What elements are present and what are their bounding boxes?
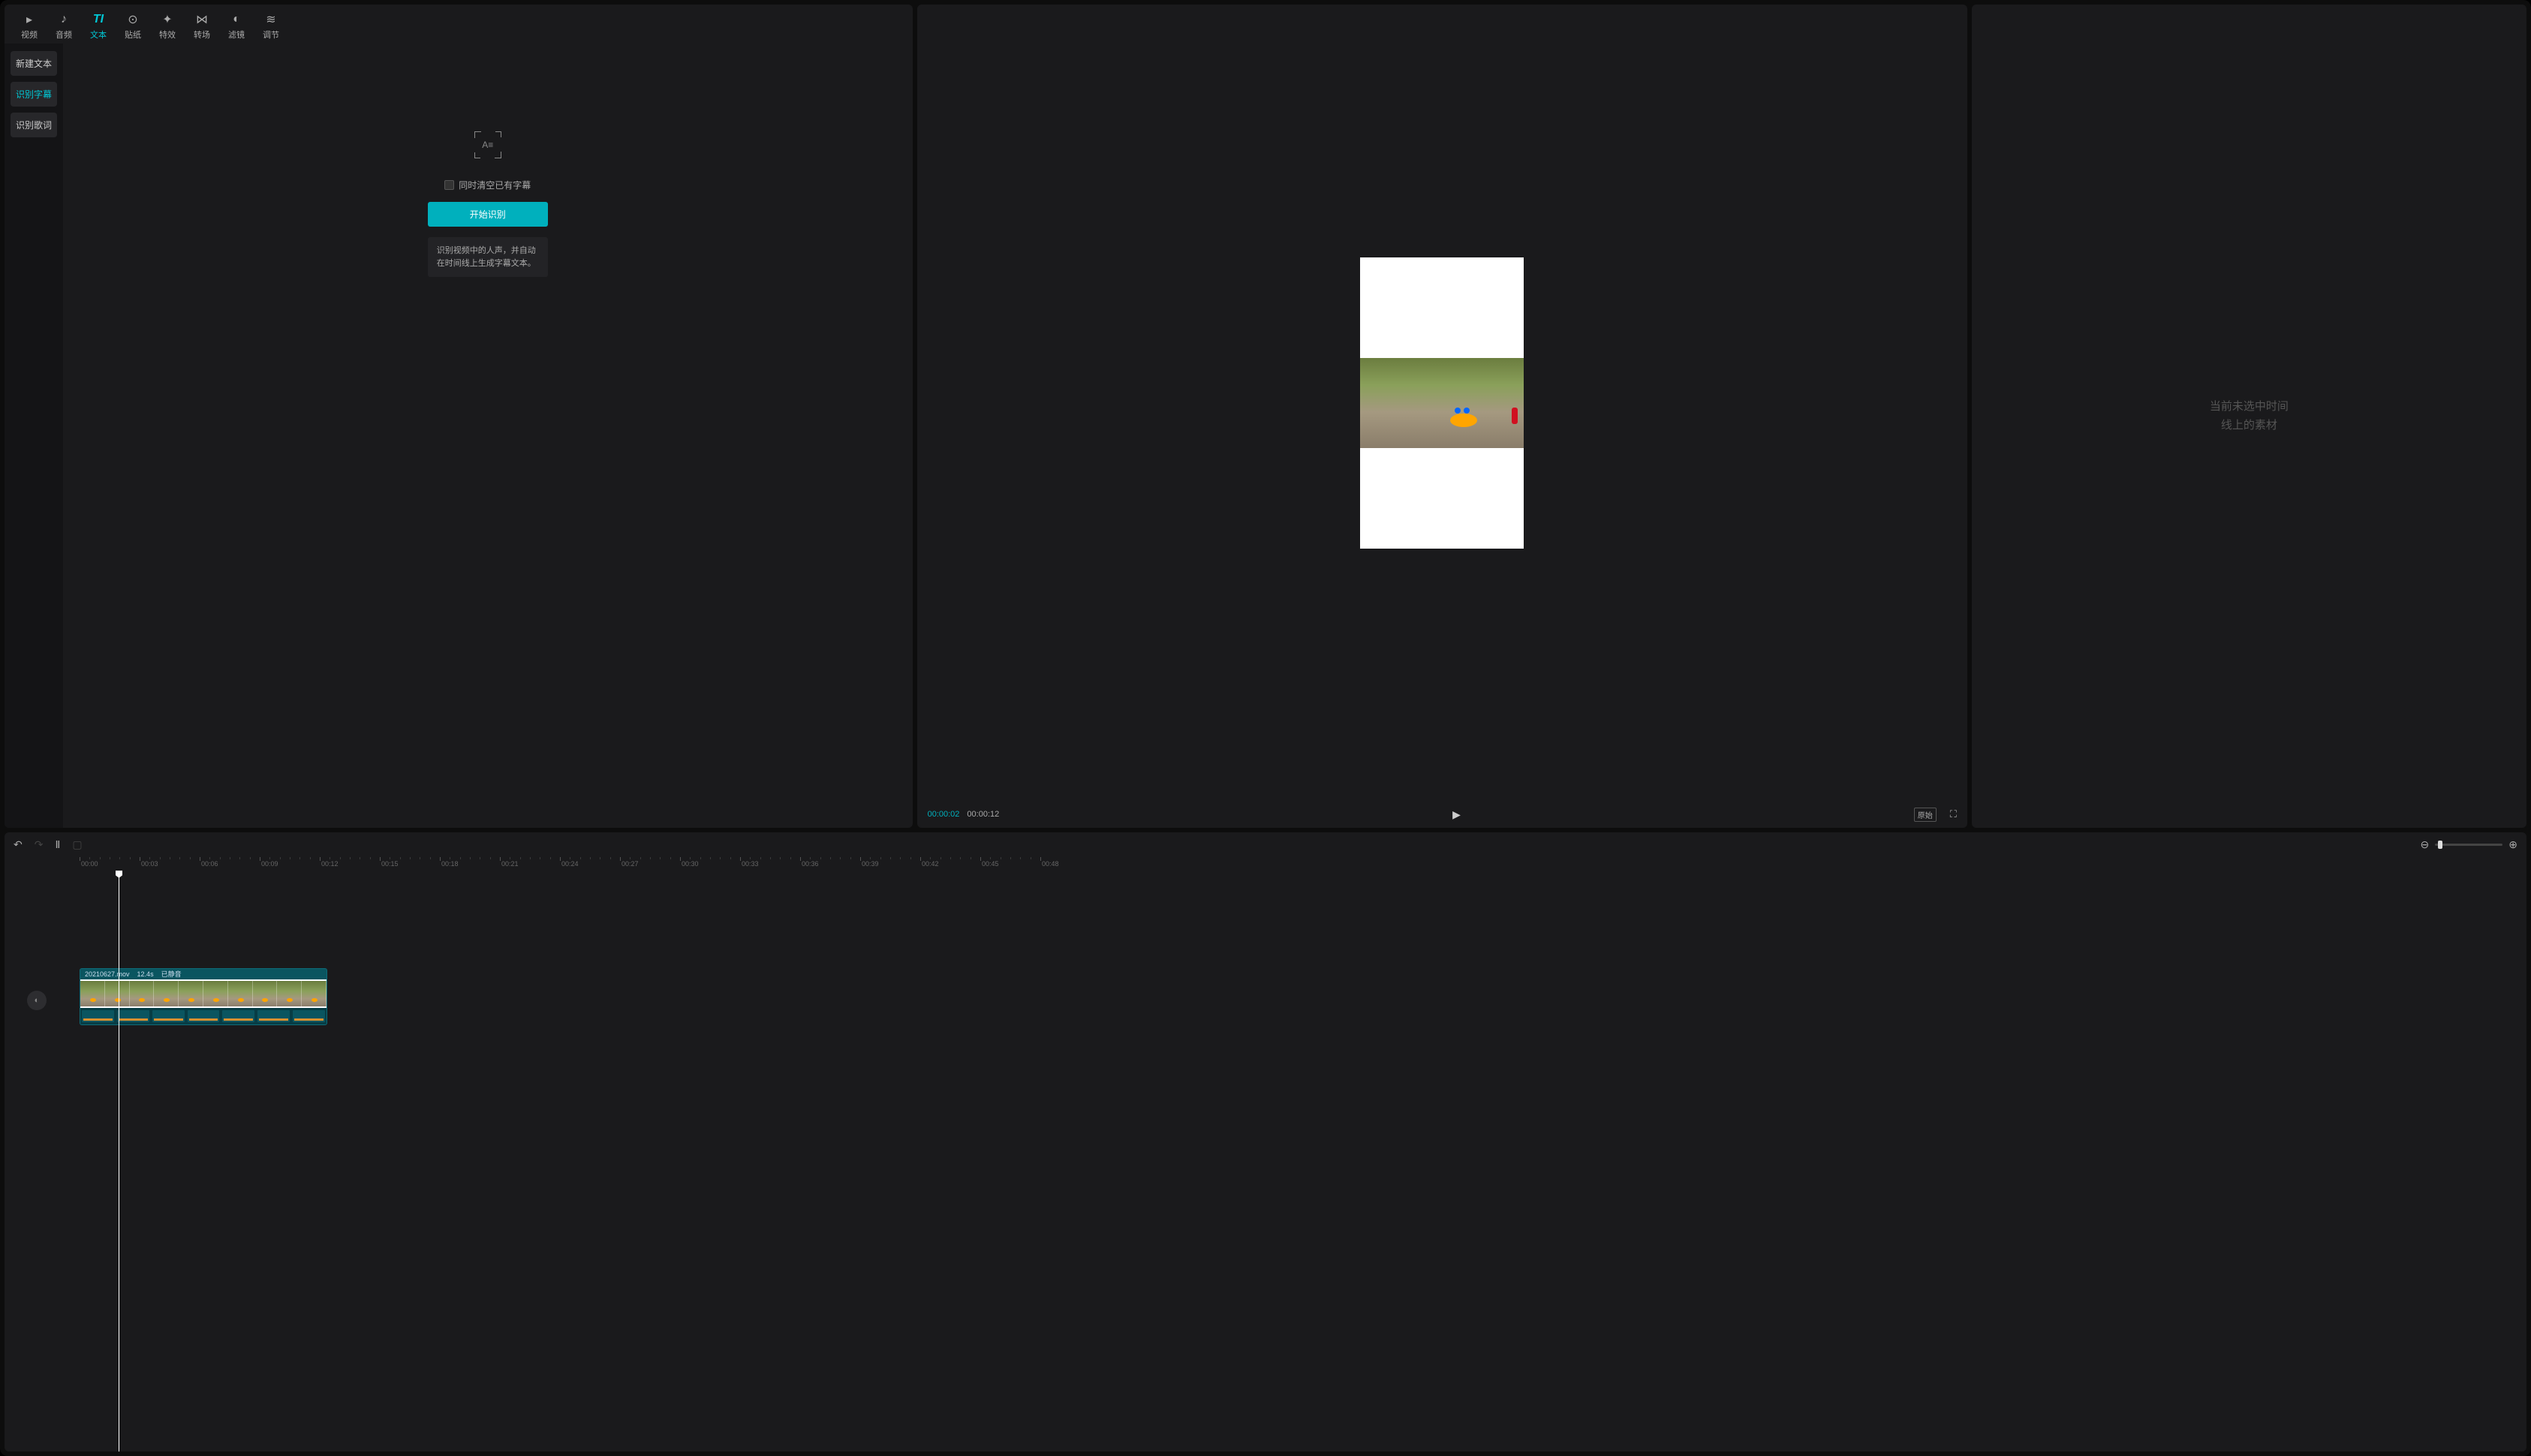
time-ruler[interactable]: 00:0000:0300:0600:0900:1200:1500:1800:21… <box>5 857 2526 871</box>
zoom-slider[interactable] <box>2435 844 2502 846</box>
recognition-hint: 识别视频中的人声，并自动在时间线上生成字幕文本。 <box>428 237 548 277</box>
top-tab-文本[interactable]: TI 文本 <box>81 9 116 44</box>
track-lock-icon[interactable]: ◐ <box>27 991 47 1010</box>
preview-panel: 00:00:02 00:00:12 ▶ 原始 ⛶ <box>917 5 1967 828</box>
subtitle-scan-icon: A≡ <box>477 134 499 156</box>
side-item-0[interactable]: 新建文本 <box>11 51 57 76</box>
empty-selection-message: 当前未选中时间 线上的素材 <box>2210 397 2289 435</box>
timeline-panel: ↶ ↷ Ⅱ ▢ ⊖ ⊕ 00:0000:0300:0600:0900:1200:… <box>5 832 2526 1451</box>
tab-label: 贴纸 <box>125 29 141 41</box>
tab-icon: ▸ <box>26 12 32 27</box>
redo-icon[interactable]: ↷ <box>35 838 44 851</box>
timeline-toolbar: ↶ ↷ Ⅱ ▢ ⊖ ⊕ <box>5 832 2526 857</box>
top-tab-视频[interactable]: ▸ 视频 <box>12 9 47 44</box>
zoom-out-icon[interactable]: ⊖ <box>2421 838 2430 851</box>
tab-icon: ≋ <box>266 12 275 27</box>
subtitle-icon-text: A≡ <box>482 140 493 150</box>
media-panel: ▸ 视频 ♪ 音频 TI 文本 ⊙ 贴纸 ✦ 特效 ⋈ 转场 ◐ 滤镜 ≋ 调节 新建文本识别字幕识别歌词 A… <box>5 5 913 828</box>
clip-header: 20210627.mov 12.4s 已静音 <box>80 969 327 979</box>
top-tab-音频[interactable]: ♪ 音频 <box>47 9 81 44</box>
raft-shape <box>1450 414 1477 427</box>
tab-label: 调节 <box>263 29 279 41</box>
track-controls: ◐ <box>27 991 47 1010</box>
split-icon[interactable]: Ⅱ <box>55 838 60 851</box>
delete-icon[interactable]: ▢ <box>72 838 82 851</box>
play-button-wrap: ▶ <box>1007 808 1906 821</box>
start-recognition-button[interactable]: 开始识别 <box>428 202 548 227</box>
top-tab-贴纸[interactable]: ⊙ 贴纸 <box>116 9 150 44</box>
zoom-controls: ⊖ ⊕ <box>2421 838 2517 851</box>
current-time: 00:00:02 <box>928 810 960 819</box>
clip-audio-track <box>80 1008 327 1024</box>
aspect-ratio-button[interactable]: 原始 <box>1914 808 1937 822</box>
clip-filename: 20210627.mov <box>85 970 130 978</box>
side-item-2[interactable]: 识别歌词 <box>11 113 57 137</box>
fullscreen-icon[interactable]: ⛶ <box>1950 808 1957 820</box>
person-shape <box>1512 408 1518 424</box>
top-tab-特效[interactable]: ✦ 特效 <box>150 9 185 44</box>
top-tab-调节[interactable]: ≋ 调节 <box>254 9 288 44</box>
video-frame <box>1360 257 1524 549</box>
tab-label: 文本 <box>90 29 107 41</box>
clip-thumbnails <box>80 979 327 1008</box>
lower-row: ↶ ↷ Ⅱ ▢ ⊖ ⊕ 00:0000:0300:0600:0900:1200:… <box>0 830 2531 1456</box>
tab-icon: TI <box>93 12 104 27</box>
app-root: ▸ 视频 ♪ 音频 TI 文本 ⊙ 贴纸 ✦ 特效 ⋈ 转场 ◐ 滤镜 ≋ 调节 新建文本识别字幕识别歌词 A… <box>0 0 2531 1456</box>
left-body: 新建文本识别字幕识别歌词 A≡ 同时清空已有字幕 开始识别 识别视频中的人声，并… <box>5 44 913 828</box>
empty-line-2: 线上的素材 <box>2210 416 2289 435</box>
tab-label: 特效 <box>159 29 176 41</box>
top-tab-转场[interactable]: ⋈ 转场 <box>185 9 219 44</box>
side-list: 新建文本识别字幕识别歌词 <box>5 44 63 828</box>
tab-label: 视频 <box>21 29 38 41</box>
clip-mute-label: 已静音 <box>161 969 182 979</box>
tracks-area[interactable]: ◐ 20210627.mov 12.4s 已静音 <box>5 871 2526 1451</box>
tab-icon: ⋈ <box>196 12 208 27</box>
side-item-1[interactable]: 识别字幕 <box>11 82 57 107</box>
empty-line-1: 当前未选中时间 <box>2210 397 2289 417</box>
properties-panel: 当前未选中时间 线上的素材 <box>1972 5 2526 828</box>
preview-area[interactable] <box>917 5 1967 802</box>
tab-label: 音频 <box>56 29 72 41</box>
tab-label: 滤镜 <box>228 29 245 41</box>
subtitle-recognition-panel: A≡ 同时清空已有字幕 开始识别 识别视频中的人声，并自动在时间线上生成字幕文本… <box>63 44 913 828</box>
top-tabs: ▸ 视频 ♪ 音频 TI 文本 ⊙ 贴纸 ✦ 特效 ⋈ 转场 ◐ 滤镜 ≋ 调节 <box>5 5 913 44</box>
tab-icon: ◐ <box>233 12 240 27</box>
video-thumbnail <box>1360 358 1524 448</box>
zoom-in-icon[interactable]: ⊕ <box>2508 838 2517 851</box>
clear-existing-label: 同时清空已有字幕 <box>459 179 531 191</box>
total-time: 00:00:12 <box>967 810 999 819</box>
clear-existing-checkbox[interactable] <box>444 180 454 190</box>
top-tab-滤镜[interactable]: ◐ 滤镜 <box>219 9 254 44</box>
video-clip[interactable]: 20210627.mov 12.4s 已静音 <box>80 968 327 1025</box>
clear-existing-row[interactable]: 同时清空已有字幕 <box>444 179 531 191</box>
tab-icon: ♪ <box>61 12 67 27</box>
tab-icon: ⊙ <box>128 12 137 27</box>
zoom-slider-thumb[interactable] <box>2438 841 2442 849</box>
play-icon[interactable]: ▶ <box>1452 808 1461 821</box>
tab-icon: ✦ <box>162 12 172 27</box>
clip-duration: 12.4s <box>137 970 154 978</box>
undo-icon[interactable]: ↶ <box>14 838 23 851</box>
upper-row: ▸ 视频 ♪ 音频 TI 文本 ⊙ 贴纸 ✦ 特效 ⋈ 转场 ◐ 滤镜 ≋ 调节 新建文本识别字幕识别歌词 A… <box>0 0 2531 830</box>
preview-controls: 00:00:02 00:00:12 ▶ 原始 ⛶ <box>917 802 1967 828</box>
tab-label: 转场 <box>194 29 210 41</box>
